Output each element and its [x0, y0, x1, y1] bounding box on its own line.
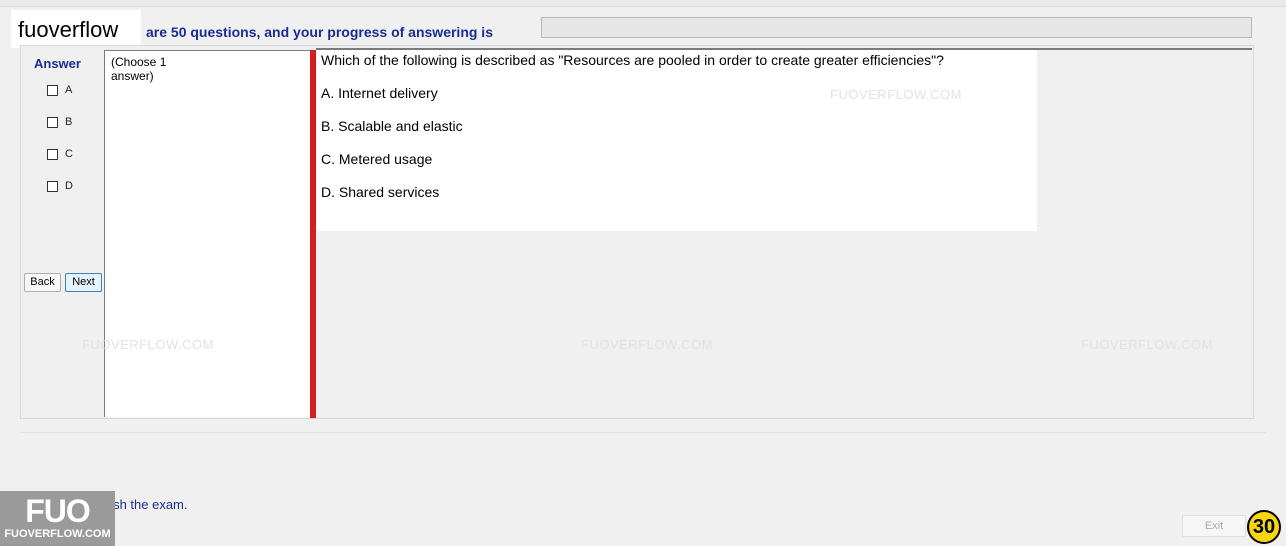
- answer-option-label: C: [65, 148, 73, 160]
- checkbox-b[interactable]: [47, 116, 58, 128]
- choice-c: C. Metered usage: [321, 151, 433, 167]
- logo-sub-text: FUOVERFLOW.COM: [4, 528, 111, 540]
- window-top-strip: [0, 0, 1286, 7]
- timer-badge: 30: [1247, 510, 1281, 544]
- checkbox-c[interactable]: [47, 148, 58, 160]
- answer-option-b[interactable]: B: [47, 114, 72, 130]
- choice-d: D. Shared services: [321, 184, 440, 200]
- exit-button[interactable]: Exit: [1182, 515, 1246, 537]
- watermark: FUOVERFLOW.COM: [82, 337, 214, 352]
- answer-option-a[interactable]: A: [47, 82, 72, 98]
- watermark: FUOVERFLOW.COM: [1081, 337, 1213, 352]
- section-divider: [20, 432, 1266, 433]
- answer-option-label: B: [65, 116, 73, 128]
- next-button[interactable]: Next: [65, 273, 102, 292]
- checkbox-d[interactable]: [47, 180, 58, 192]
- question-box: [317, 50, 1037, 231]
- panel-splitter[interactable]: [310, 50, 316, 418]
- answer-option-label: A: [65, 84, 73, 96]
- answer-heading: Answer: [34, 56, 81, 71]
- watermark: FUOVERFLOW.COM: [830, 87, 962, 102]
- question-count-label: are 50 questions, and your progress of a…: [146, 24, 493, 40]
- question-text: Which of the following is described as "…: [321, 52, 944, 68]
- choose-hint-panel: [104, 50, 310, 417]
- answer-option-d[interactable]: D: [47, 178, 73, 194]
- choose-hint-text: (Choose 1 answer): [111, 55, 167, 83]
- checkbox-a[interactable]: [47, 84, 58, 96]
- choice-a: A. Internet delivery: [321, 85, 438, 101]
- choice-b: B. Scalable and elastic: [321, 118, 463, 134]
- answer-progress-bar: [541, 17, 1252, 38]
- watermark: FUOVERFLOW.COM: [581, 337, 713, 352]
- answer-option-c[interactable]: C: [47, 146, 73, 162]
- brand-text: fuoverflow: [18, 17, 119, 42]
- back-button[interactable]: Back: [24, 273, 61, 292]
- answer-option-label: D: [65, 180, 73, 192]
- logo-main-text: FUO: [25, 493, 91, 529]
